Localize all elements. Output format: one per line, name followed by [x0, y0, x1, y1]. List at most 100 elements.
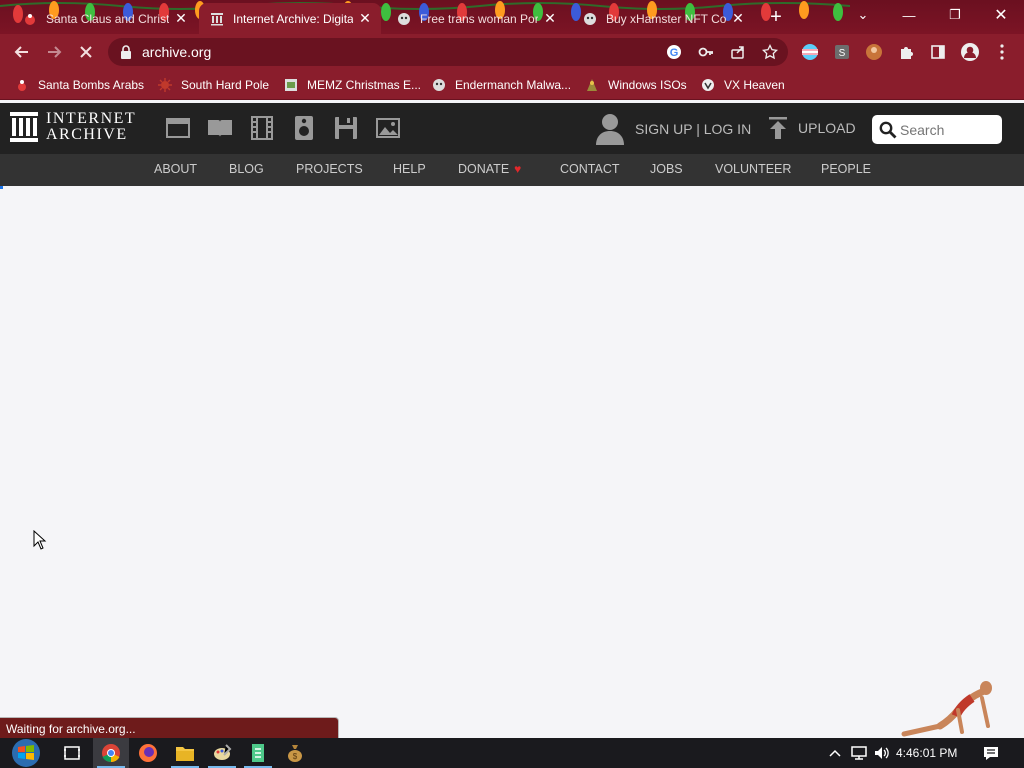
google-icon[interactable]: G — [664, 42, 684, 62]
url-text[interactable]: archive.org — [142, 44, 211, 60]
bookmark-vx-heaven[interactable]: VX Heaven — [700, 75, 785, 95]
profile-icon[interactable] — [958, 40, 982, 64]
close-tab-icon[interactable]: ✕ — [542, 10, 558, 27]
paint-taskbar-icon[interactable] — [204, 738, 240, 768]
close-tab-icon[interactable]: ✕ — [173, 10, 189, 27]
browser-toolbar: archive.org G S — [0, 34, 1024, 70]
archive-search — [872, 115, 1002, 144]
extensions-puzzle-icon[interactable] — [894, 40, 918, 64]
tab-title: Santa Claus and Christ — [46, 11, 169, 26]
password-key-icon[interactable] — [696, 42, 716, 62]
tab-internet-archive[interactable]: Internet Archive: Digita ✕ — [199, 3, 381, 34]
audio-speaker-icon[interactable] — [291, 115, 317, 141]
bookmarks-bar: Santa Bombs Arabs South Hard Pole MEMZ C… — [0, 70, 1024, 100]
tab-title: Internet Archive: Digita — [233, 11, 353, 26]
share-icon[interactable] — [728, 42, 748, 62]
bookmark-label: Windows ISOs — [608, 78, 687, 92]
bookmark-santa-bombs-arabs[interactable]: Santa Bombs Arabs — [14, 75, 144, 95]
tab-search-icon[interactable]: ⌄ — [840, 0, 886, 30]
user-icon — [596, 114, 624, 145]
s-extension-icon[interactable]: S — [830, 40, 854, 64]
nav-label: BLOG — [229, 162, 264, 176]
texts-book-icon[interactable] — [207, 115, 233, 141]
bookmark-label: VX Heaven — [724, 78, 785, 92]
action-center-icon[interactable] — [982, 744, 1000, 762]
close-tab-icon[interactable]: ✕ — [357, 10, 373, 27]
web-icon[interactable] — [165, 115, 191, 141]
close-tab-icon[interactable]: ✕ — [730, 10, 746, 27]
software-floppy-icon[interactable] — [333, 115, 359, 141]
bookmark-windows-isos[interactable]: Windows ISOs — [584, 75, 687, 95]
tab-xhamster-2[interactable]: Buy xHamster NFT Co ✕ — [572, 3, 754, 34]
signup-label: SIGN UP | LOG IN — [635, 121, 752, 137]
taskbar-clock[interactable]: 4:46:01 PM — [896, 746, 957, 760]
nav-label: DONATE — [458, 162, 510, 176]
bookmark-south-hard-pole[interactable]: South Hard Pole — [157, 75, 269, 95]
nav-label: CONTACT — [560, 162, 620, 176]
back-icon[interactable] — [10, 40, 34, 64]
close-window-icon[interactable]: ✕ — [978, 0, 1024, 30]
nav-label: JOBS — [650, 162, 683, 176]
nav-volunteer[interactable]: VOLUNTEER — [715, 162, 791, 176]
video-film-icon[interactable] — [249, 115, 275, 141]
tab-xhamster-1[interactable]: Free trans woman Porn ✕ — [386, 3, 566, 34]
start-button[interactable] — [6, 738, 46, 768]
minimize-icon[interactable]: — — [886, 0, 932, 30]
bookmark-label: Endermanch Malwa... — [455, 78, 572, 92]
nav-jobs[interactable]: JOBS — [650, 162, 683, 176]
nav-contact[interactable]: CONTACT — [560, 162, 620, 176]
search-icon[interactable] — [879, 121, 897, 144]
side-panel-icon[interactable] — [926, 40, 950, 64]
svg-text:S: S — [839, 48, 846, 59]
show-hidden-icons-chevron-icon[interactable] — [826, 744, 844, 762]
archive-nav: ABOUT BLOG PROJECTS HELP DONATE ♥ CONTAC… — [0, 154, 1024, 186]
chrome-taskbar-icon[interactable] — [93, 738, 129, 768]
upload-link[interactable]: UPLOAD — [768, 117, 856, 139]
heart-icon: ♥ — [514, 162, 522, 176]
endermanch-icon — [431, 77, 447, 93]
nav-about[interactable]: ABOUT — [154, 162, 197, 176]
pride-flag-extension-icon[interactable] — [798, 40, 822, 64]
archive-icon — [209, 11, 225, 27]
file-explorer-icon[interactable] — [167, 738, 203, 768]
forward-icon[interactable] — [42, 40, 66, 64]
nav-blog[interactable]: BLOG — [229, 162, 264, 176]
volume-icon[interactable] — [873, 744, 891, 762]
bookmark-memz-christmas[interactable]: MEMZ Christmas E... — [283, 75, 421, 95]
archive-header: INTERNET ARCHIVE SIGN UP | LOG IN UPLOAD — [0, 103, 1024, 154]
restore-icon[interactable]: ❐ — [932, 0, 978, 30]
money-bag-taskbar-icon[interactable]: $ — [277, 738, 313, 768]
nav-projects[interactable]: PROJECTS — [296, 162, 363, 176]
avatar-extension-icon[interactable] — [862, 40, 886, 64]
search-input[interactable] — [900, 120, 996, 139]
santa-icon — [22, 11, 38, 27]
stop-loading-icon[interactable] — [74, 40, 98, 64]
images-picture-icon[interactable] — [375, 115, 401, 141]
menu-kebab-icon[interactable] — [990, 40, 1014, 64]
nav-people[interactable]: PEOPLE — [821, 162, 871, 176]
task-view-icon[interactable] — [54, 738, 90, 768]
network-icon[interactable] — [850, 744, 868, 762]
address-bar[interactable]: archive.org G — [108, 38, 788, 66]
windows-taskbar: $ 4:46:01 PM — [0, 738, 1024, 768]
notepad-taskbar-icon[interactable] — [240, 738, 276, 768]
memz-icon — [283, 77, 299, 93]
bookmark-label: MEMZ Christmas E... — [307, 78, 422, 92]
new-tab-button[interactable]: + — [764, 6, 788, 28]
firefox-taskbar-icon[interactable] — [130, 738, 166, 768]
tab-santa[interactable]: Santa Claus and Christ ✕ — [12, 3, 197, 34]
desktop-dancer-decoration — [901, 681, 992, 737]
internet-archive-logo[interactable]: INTERNET ARCHIVE — [10, 111, 136, 143]
bookmark-star-icon[interactable] — [760, 42, 780, 62]
windows-iso-icon — [584, 77, 600, 93]
lock-icon[interactable] — [120, 45, 132, 64]
nav-donate[interactable]: DONATE ♥ — [458, 162, 521, 176]
nav-label: ABOUT — [154, 162, 198, 176]
bookmark-endermanch-malware[interactable]: Endermanch Malwa... — [431, 75, 571, 95]
signup-login-link[interactable]: SIGN UP | LOG IN — [596, 113, 751, 145]
nav-help[interactable]: HELP — [393, 162, 426, 176]
xhamster-icon — [582, 11, 598, 27]
status-bubble: Waiting for archive.org... — [0, 717, 339, 738]
santa-icon — [14, 77, 30, 93]
logo-line-1: INTERNET — [46, 110, 137, 127]
